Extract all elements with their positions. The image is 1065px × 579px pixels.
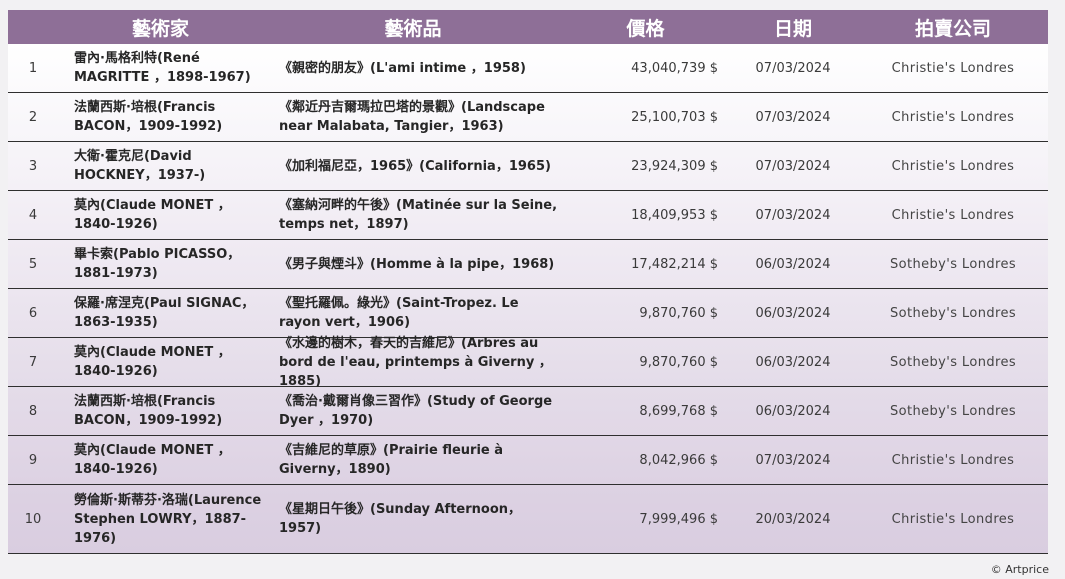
row-price: 9,870,760 $ <box>639 354 718 370</box>
table-row: 7 莫內(Claude MONET ，1840-1926) 《水邊的樹木，春天的吉維… <box>8 335 1048 389</box>
row-price: 43,040,739 $ <box>631 60 718 76</box>
row-rank: 1 <box>28 60 38 76</box>
table-row: 6 保羅·席涅克(Paul SIGNAC，1863-1935) 《聖托羅佩。綠光》(… <box>8 289 1048 338</box>
table-row: 5 畢卡索(Pablo PICASSO，1881-1973) 《男子與煙斗》(Hom… <box>8 240 1048 289</box>
row-rank: 4 <box>28 207 38 223</box>
row-artist: 畢卡索(Pablo PICASSO，1881-1973) <box>74 247 241 281</box>
row-rank: 10 <box>24 511 42 527</box>
row-price: 9,870,760 $ <box>639 305 718 321</box>
row-auction-house: Christie's Londres <box>891 60 1015 76</box>
row-artwork: 《塞納河畔的午後》(Matinée sur la Seine, temps ne… <box>279 198 558 232</box>
table-body: 1 雷內·馬格利特(René MAGRITTE ，1898-1967) 《親密的朋友… <box>8 44 1048 554</box>
row-rank: 8 <box>28 403 38 419</box>
row-price: 25,100,703 $ <box>631 109 718 125</box>
row-artwork: 《聖托羅佩。綠光》(Saint-Tropez. Le rayon vert，19… <box>279 296 519 330</box>
row-price: 8,699,768 $ <box>639 403 718 419</box>
row-artist: 法蘭西斯·培根(Francis BACON，1909-1992) <box>74 394 223 428</box>
row-auction-house: Sotheby's Londres <box>889 256 1017 272</box>
row-price: 17,482,214 $ <box>631 256 718 272</box>
row-auction-house: Christie's Londres <box>891 158 1015 174</box>
row-rank: 7 <box>28 354 38 370</box>
row-rank: 2 <box>28 109 38 125</box>
row-price: 8,042,966 $ <box>639 452 718 468</box>
header-auction-house: 拍賣公司 <box>914 17 991 40</box>
row-auction-house: Sotheby's Londres <box>889 403 1017 419</box>
row-auction-house: Christie's Londres <box>891 109 1015 125</box>
row-date: 07/03/2024 <box>755 109 831 125</box>
header-artist: 藝術家 <box>131 17 189 40</box>
row-auction-house: Sotheby's Londres <box>889 305 1017 321</box>
row-artwork: 《親密的朋友》(L'ami intime ，1958) <box>279 60 526 76</box>
table-row: 2 法蘭西斯·培根(Francis BACON，1909-1992) 《鄰近丹吉爾瑪… <box>8 93 1048 142</box>
row-date: 06/03/2024 <box>755 305 831 321</box>
row-artwork: 《水邊的樹木，春天的吉維尼》(Arbres au bord de l'eau, … <box>279 335 552 389</box>
row-date: 20/03/2024 <box>755 511 831 527</box>
row-price: 23,924,309 $ <box>631 158 718 174</box>
row-date: 06/03/2024 <box>755 354 831 370</box>
row-date: 06/03/2024 <box>755 403 831 419</box>
row-auction-house: Christie's Londres <box>891 452 1015 468</box>
row-rank: 9 <box>28 452 38 468</box>
row-date: 06/03/2024 <box>755 256 831 272</box>
row-artist: 莫內(Claude MONET ，1840-1926) <box>74 198 231 232</box>
row-artwork: 《吉維尼的草原》(Prairie fleurie à Giverny，1890) <box>279 443 504 477</box>
header-artwork: 藝術品 <box>384 17 442 40</box>
row-artwork: 《喬治·戴爾肖像三習作》(Study of George Dyer ，1970) <box>279 394 553 428</box>
auction-results-table: 藝術家 藝術品 價格 日期 拍賣公司 1 雷內·馬格利特(René MAGRITT… <box>8 10 1048 554</box>
row-artwork: 《星期日午後》(Sunday Afternoon，1957) <box>279 502 522 536</box>
row-date: 07/03/2024 <box>755 158 831 174</box>
row-artist: 雷內·馬格利特(René MAGRITTE ，1898-1967) <box>74 51 251 85</box>
table-row: 9 莫內(Claude MONET ，1840-1926) 《吉維尼的草原》(Pra… <box>8 436 1048 485</box>
row-auction-house: Sotheby's Londres <box>889 354 1017 370</box>
table-row: 8 法蘭西斯·培根(Francis BACON，1909-1992) 《喬治·戴爾肖… <box>8 387 1048 436</box>
row-price: 7,999,496 $ <box>639 511 718 527</box>
row-artist: 大衛·霍克尼(David HOCKNEY，1937-) <box>74 149 206 183</box>
row-artist: 莫內(Claude MONET ，1840-1926) <box>74 443 231 477</box>
row-date: 07/03/2024 <box>755 452 831 468</box>
row-artwork: 《加利福尼亞，1965》(California，1965) <box>279 158 551 174</box>
row-rank: 3 <box>28 158 38 174</box>
table-row: 1 雷內·馬格利特(René MAGRITTE ，1898-1967) 《親密的朋友… <box>8 44 1048 93</box>
header-rank <box>8 10 58 44</box>
row-date: 07/03/2024 <box>755 60 831 76</box>
header-date: 日期 <box>773 17 812 40</box>
table-row: 3 大衛·霍克尼(David HOCKNEY，1937-) 《加利福尼亞，1965》… <box>8 142 1048 191</box>
row-rank: 6 <box>28 305 38 321</box>
row-artist: 勞倫斯·斯蒂芬·洛瑞(Laurence Stephen LOWRY，1887-1… <box>74 492 262 546</box>
row-rank: 5 <box>28 256 38 272</box>
row-artist: 莫內(Claude MONET ，1840-1926) <box>74 345 231 379</box>
row-artwork: 《鄰近丹吉爾瑪拉巴塔的景觀》(Landscape near Malabata, … <box>279 100 545 134</box>
table-row: 10 勞倫斯·斯蒂芬·洛瑞(Laurence Stephen LOWRY，1887… <box>8 485 1048 554</box>
row-artist: 法蘭西斯·培根(Francis BACON，1909-1992) <box>74 100 223 134</box>
credit-text: © Artprice <box>990 563 1049 576</box>
row-artwork: 《男子與煙斗》(Homme à la pipe，1968) <box>279 256 555 272</box>
table-header: 藝術家 藝術品 價格 日期 拍賣公司 <box>8 10 1048 44</box>
row-price: 18,409,953 $ <box>631 207 718 223</box>
row-auction-house: Christie's Londres <box>891 511 1015 527</box>
row-date: 07/03/2024 <box>755 207 831 223</box>
header-price: 價格 <box>626 17 665 40</box>
row-auction-house: Christie's Londres <box>891 207 1015 223</box>
row-artist: 保羅·席涅克(Paul SIGNAC，1863-1935) <box>74 296 255 330</box>
table-row: 4 莫內(Claude MONET ，1840-1926) 《塞納河畔的午後》(Ma… <box>8 191 1048 240</box>
